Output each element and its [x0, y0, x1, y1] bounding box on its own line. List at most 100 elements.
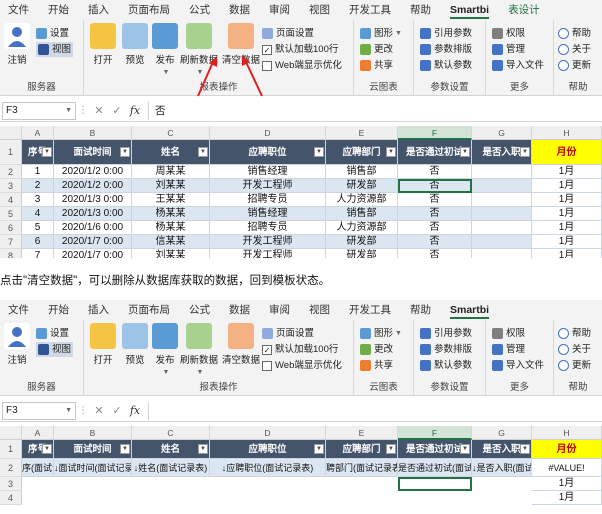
tab-item[interactable]: 视图 [309, 300, 330, 320]
row-header[interactable]: 2 [0, 459, 22, 477]
page-setup-button[interactable]: 页面设置 [262, 26, 314, 41]
row-header[interactable]: 7 [0, 235, 22, 249]
filter-dropdown-icon[interactable]: ▼ [198, 444, 208, 454]
change-button[interactable]: 更改 [360, 342, 393, 357]
table-cell[interactable]: 销售部 [326, 165, 398, 179]
tab-item[interactable]: 插入 [88, 0, 109, 20]
permission-button[interactable]: 权限 [492, 26, 525, 41]
table-cell[interactable]: 否 [398, 179, 472, 193]
table-cell[interactable]: 研发部 [326, 249, 398, 258]
table-cell[interactable]: 杨某某 [132, 207, 210, 221]
table-cell[interactable] [472, 179, 532, 193]
table-cell[interactable]: 2020/1/7 0:00 [54, 249, 132, 258]
table-cell[interactable]: 2020/1/2 0:00 [54, 165, 132, 179]
table-cell[interactable]: 1月 [532, 179, 602, 193]
row-header[interactable]: 3 [0, 179, 22, 193]
table-cell[interactable]: 王某某 [132, 193, 210, 207]
row-header[interactable]: 5 [0, 207, 22, 221]
page-setup-button[interactable]: 页面设置 [262, 326, 314, 341]
column-header[interactable]: H [532, 126, 602, 140]
settings-button[interactable]: 设置 [36, 26, 69, 41]
column-header[interactable]: C [132, 426, 210, 440]
table-header-cell[interactable]: 是否入职 ▼ [472, 140, 532, 165]
table-cell[interactable]: 刘某某 [132, 179, 210, 193]
filter-dropdown-icon[interactable]: ▼ [520, 444, 530, 454]
column-header[interactable]: F [398, 426, 472, 440]
logout-button[interactable]: 注销 [4, 323, 30, 366]
table-header-cell[interactable]: 姓名 ▼ [132, 140, 210, 165]
table-header-cell[interactable]: 是否入职 ▼ [472, 440, 532, 459]
filter-dropdown-icon[interactable]: ▼ [520, 147, 530, 157]
column-header[interactable]: G [472, 126, 532, 140]
table-header-cell[interactable]: 面试时间 ▼ [54, 140, 132, 165]
filter-dropdown-icon[interactable]: ▼ [42, 147, 52, 157]
table-cell[interactable]: 人力资源部 [326, 193, 398, 207]
formula-input[interactable] [148, 401, 602, 420]
table-cell[interactable]: 销售经理 [210, 207, 326, 221]
table-header-cell[interactable]: 应聘部门 ▼ [326, 440, 398, 459]
table-cell[interactable]: 信某某 [132, 235, 210, 249]
row-header[interactable]: 6 [0, 221, 22, 235]
cancel-icon[interactable]: ✕ [90, 104, 108, 117]
permission-button[interactable]: 权限 [492, 326, 525, 341]
tab-item[interactable]: 开发工具 [349, 0, 391, 20]
clear-data-button[interactable]: 清空数据 [222, 23, 260, 66]
table-cell[interactable]: 1月 [532, 221, 602, 235]
filter-dropdown-icon[interactable]: ▼ [460, 444, 470, 454]
table-cell[interactable]: 2 [22, 179, 54, 193]
update-button[interactable]: 更新 [558, 58, 591, 73]
manage-button[interactable]: 管理 [492, 42, 525, 57]
publish-button[interactable]: 发布 ▼ [152, 23, 178, 77]
manage-button[interactable]: 管理 [492, 342, 525, 357]
table-cell[interactable]: 研发部 [326, 179, 398, 193]
template-field-cell[interactable]: ↓应聘职位(面试记录表) [210, 459, 326, 477]
table-cell[interactable]: 2020/1/6 0:00 [54, 221, 132, 235]
column-header[interactable]: E [326, 426, 398, 440]
filter-dropdown-icon[interactable]: ▼ [460, 147, 470, 157]
share-button[interactable]: 共享 [360, 58, 393, 73]
preview-button[interactable]: 预览 [122, 323, 148, 366]
tab-item[interactable]: 审阅 [269, 0, 290, 20]
table-cell[interactable] [472, 221, 532, 235]
template-field-cell[interactable]: 序(面试记录 [22, 459, 54, 477]
param-layout-button[interactable]: 参数排版 [420, 42, 472, 57]
table-cell[interactable]: 1 [22, 165, 54, 179]
tab-item[interactable]: 帮助 [410, 300, 431, 320]
table-cell[interactable] [472, 235, 532, 249]
table-cell[interactable]: 否 [398, 249, 472, 258]
table-cell[interactable]: 2020/1/3 0:00 [54, 207, 132, 221]
column-header[interactable]: E [326, 126, 398, 140]
select-all-corner[interactable] [0, 126, 22, 140]
table-cell[interactable]: 6 [22, 235, 54, 249]
table-cell[interactable]: 人力资源部 [326, 221, 398, 235]
row-header[interactable]: 1 [0, 140, 22, 165]
table-cell[interactable]: 刘某某 [132, 249, 210, 258]
tab-item[interactable]: 页面布局 [128, 300, 170, 320]
filter-dropdown-icon[interactable]: ▼ [314, 444, 324, 454]
template-field-cell[interactable]: #VALUE! [532, 459, 602, 477]
confirm-icon[interactable]: ✓ [108, 404, 126, 417]
row-header[interactable]: 3 [0, 477, 22, 491]
open-button[interactable]: 打开 [90, 23, 116, 66]
table-cell[interactable]: 销售经理 [210, 165, 326, 179]
row-header[interactable]: 4 [0, 491, 22, 505]
table-cell[interactable]: 1月 [532, 249, 602, 258]
row-header[interactable]: 1 [0, 440, 22, 459]
clear-data-button[interactable]: 清空数据 [222, 323, 260, 366]
table-header-cell[interactable]: 面试时间 ▼ [54, 440, 132, 459]
ref-params-button[interactable]: 引用参数 [420, 326, 472, 341]
tab-item[interactable]: 文件 [8, 300, 29, 320]
chart-button[interactable]: 图形 ▼ [360, 326, 402, 341]
table-header-cell[interactable]: 序号 ▼ [22, 440, 54, 459]
template-field-cell[interactable]: 是否通过初试(面试记录表) [398, 459, 472, 477]
filter-dropdown-icon[interactable]: ▼ [120, 444, 130, 454]
tab-item[interactable]: 插入 [88, 300, 109, 320]
column-header[interactable]: G [472, 426, 532, 440]
filter-dropdown-icon[interactable]: ▼ [198, 147, 208, 157]
tab-item[interactable]: 页面布局 [128, 0, 170, 20]
table-header-cell[interactable]: 应聘职位 ▼ [210, 140, 326, 165]
about-button[interactable]: 关于 [558, 342, 591, 357]
view-button[interactable]: 视图 [36, 342, 74, 357]
table-header-cell[interactable]: 月份 [532, 440, 602, 459]
filter-dropdown-icon[interactable]: ▼ [386, 147, 396, 157]
